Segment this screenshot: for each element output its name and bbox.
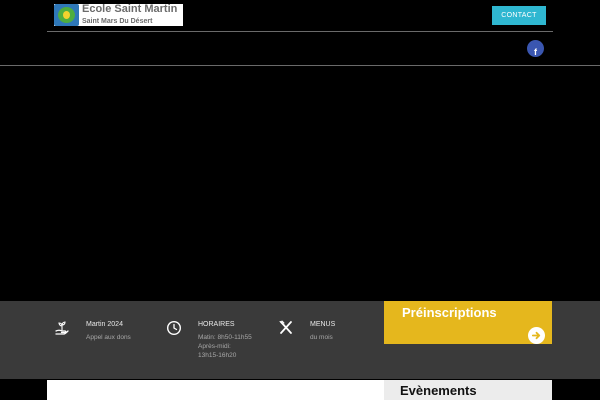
events-title: Evènements — [400, 383, 477, 398]
menus-sub[interactable]: du mois — [310, 333, 333, 342]
arrow-right-icon[interactable] — [528, 327, 545, 344]
donation-label[interactable]: Martin 2024 — [86, 321, 123, 328]
preinscriptions-card[interactable]: Préinscriptions — [384, 301, 552, 344]
preinscriptions-title: Préinscriptions — [402, 305, 497, 320]
contact-button[interactable]: CONTACT — [492, 6, 546, 25]
logo-subtitle: Saint Mars Du Désert — [82, 18, 153, 25]
facebook-glyph: f — [534, 47, 537, 57]
hand-plant-icon[interactable] — [54, 320, 70, 336]
hours-afternoon-label: Après-midi: — [198, 343, 231, 350]
logo-title: Ecole Saint Martin — [82, 4, 178, 15]
donation-sub[interactable]: Appel aux dons — [86, 333, 131, 342]
content-area — [47, 380, 384, 400]
hours-label: HORAIRES — [198, 321, 235, 328]
utensils-icon[interactable] — [278, 320, 294, 336]
menus-label[interactable]: MENUS — [310, 321, 335, 328]
facebook-icon[interactable]: f — [527, 40, 544, 57]
events-panel: Evènements — [384, 380, 552, 400]
school-emblem-icon — [54, 4, 79, 26]
clock-icon — [167, 321, 181, 335]
nav-divider — [0, 65, 600, 66]
hours-afternoon: 13h15-16h20 — [198, 352, 237, 359]
hours-morning: Matin: 8h50-11h55 — [198, 334, 252, 341]
school-logo[interactable]: Ecole Saint Martin Saint Mars Du Désert — [54, 4, 183, 26]
header-divider — [47, 31, 553, 32]
